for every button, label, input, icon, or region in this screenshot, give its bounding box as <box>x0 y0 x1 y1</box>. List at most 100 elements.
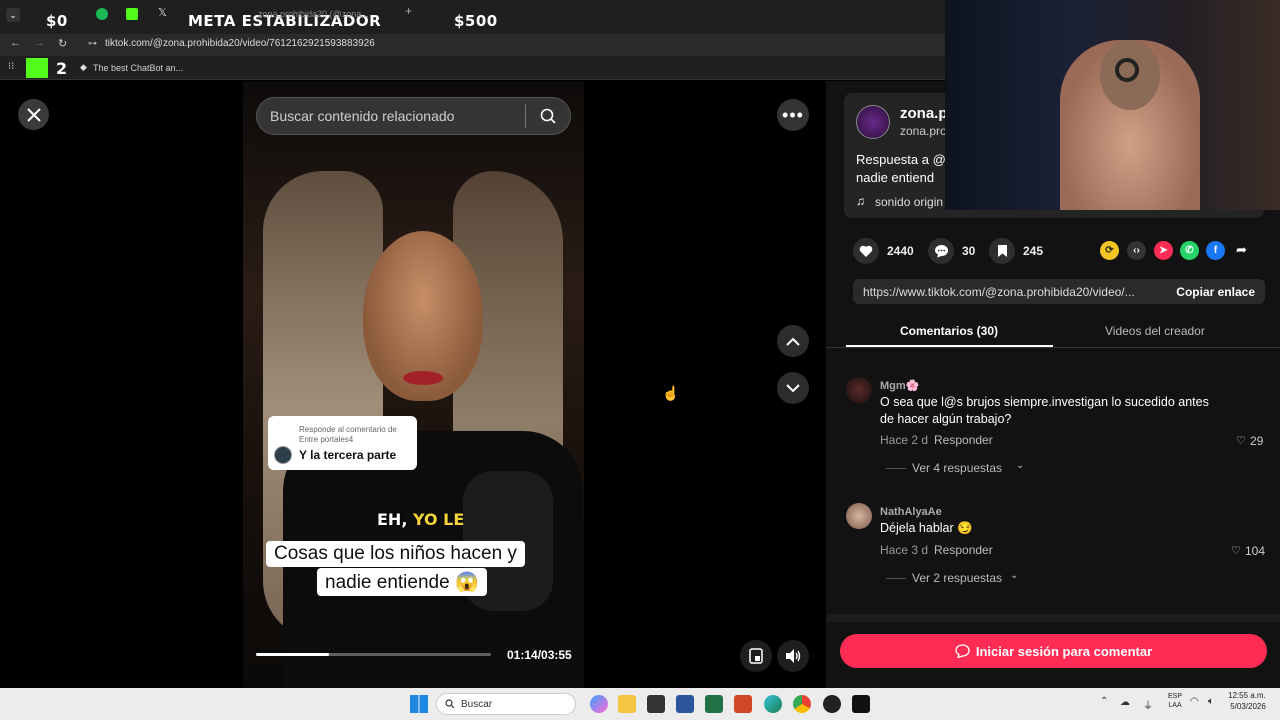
comment-like-icon[interactable]: ♡ <box>1236 434 1246 447</box>
copy-link-button[interactable]: Copiar enlace <box>1176 285 1255 299</box>
forward-icon[interactable]: → <box>34 37 45 49</box>
more-options-button[interactable]: ••• <box>777 99 809 131</box>
video-frame-lips <box>403 371 443 385</box>
tab-comments[interactable]: Comentarios (30) <box>900 324 998 338</box>
back-icon[interactable]: ← <box>10 37 21 49</box>
share-link-row: https://www.tiktok.com/@zona.prohibida20… <box>853 279 1265 304</box>
post-sound[interactable]: sonido origin <box>875 195 943 209</box>
next-video-button[interactable] <box>777 372 809 404</box>
video-progress-bar[interactable] <box>256 653 491 656</box>
tab-list-chevron-icon[interactable]: ⌄ <box>6 8 20 22</box>
related-search-input[interactable] <box>257 108 525 124</box>
chatbot-bookmark-icon: ◆ <box>80 62 87 72</box>
x-icon[interactable]: 𝕏 <box>158 6 167 19</box>
speaker-icon <box>786 649 801 663</box>
save-stat[interactable]: 245 <box>989 238 1043 264</box>
comment-like-count: 104 <box>1245 544 1266 558</box>
author-handle[interactable]: zona.pro <box>900 124 947 138</box>
view-replies-button[interactable]: Ver 4 respuestas <box>912 461 1002 475</box>
share-link-text[interactable]: https://www.tiktok.com/@zona.prohibida20… <box>863 285 1135 299</box>
search-icon <box>445 699 455 709</box>
comment-like-icon[interactable]: ♡ <box>1231 544 1241 557</box>
comment-like-count: 29 <box>1250 434 1264 448</box>
edge-icon[interactable] <box>764 695 782 713</box>
login-to-comment-label: Iniciar sesión para comentar <box>975 643 1153 659</box>
comment-avatar[interactable] <box>846 377 872 403</box>
author-name[interactable]: zona.p <box>900 105 948 122</box>
app-icon[interactable] <box>852 695 870 713</box>
bookmark-chatbot[interactable]: The best ChatBot an... <box>93 63 183 73</box>
heart-icon <box>853 238 879 264</box>
share-arrow-icon[interactable]: ➦ <box>1236 242 1247 258</box>
comment-item: NathAlyaAe Déjela hablar 😏 Hace 3 d Resp… <box>846 503 1270 593</box>
wifi-icon[interactable]: ◠ <box>1190 696 1199 707</box>
view-replies-button[interactable]: Ver 2 respuestas <box>912 571 1002 585</box>
calculator-icon[interactable] <box>647 695 665 713</box>
reply-sticker-header-1: Responde al comentario de <box>299 425 397 434</box>
comment-item: Mgm🌸 O sea que l@s brujos siempre.invest… <box>846 377 1270 477</box>
previous-video-button[interactable] <box>777 325 809 357</box>
volume-button[interactable] <box>777 640 809 672</box>
related-search-bar <box>256 97 571 135</box>
comment-username[interactable]: NathAlyaAe <box>880 506 942 518</box>
webcam-headset <box>1115 58 1139 82</box>
search-icon <box>540 108 556 124</box>
copilot-icon[interactable] <box>590 695 608 713</box>
excel-icon[interactable] <box>705 695 723 713</box>
send-icon[interactable]: ➤ <box>1154 241 1173 260</box>
tray-chevron-icon[interactable]: ⌃ <box>1100 696 1108 707</box>
login-to-comment-button[interactable]: Iniciar sesión para comentar <box>840 634 1267 668</box>
comment-bubble-icon <box>928 238 954 264</box>
like-stat[interactable]: 2440 <box>853 238 914 264</box>
taskbar-search[interactable]: Buscar <box>436 693 576 715</box>
facebook-icon[interactable]: f <box>1206 241 1225 260</box>
kick-logo-icon <box>26 58 48 78</box>
language-layout: LAA <box>1168 702 1182 709</box>
keyboard-language[interactable]: ESP LAA <box>1168 692 1182 710</box>
tray-usb-icon[interactable]: ⏚ <box>1143 697 1153 712</box>
taskbar-clock[interactable]: 12:55 a.m. 5/03/2026 <box>1228 690 1266 712</box>
more-dots-icon: ••• <box>782 104 804 125</box>
streamer-webcam <box>945 0 1280 210</box>
reload-icon[interactable]: ↻ <box>58 37 67 50</box>
mouse-cursor-icon: ☝ <box>662 385 680 401</box>
embed-icon[interactable]: ‹› <box>1127 241 1146 260</box>
author-avatar[interactable] <box>856 105 890 139</box>
comment-reply-button[interactable]: Responder <box>934 433 993 447</box>
whatsapp-icon[interactable]: ✆ <box>1180 241 1199 260</box>
comment-stat[interactable]: 30 <box>928 238 975 264</box>
windows-start-icon[interactable] <box>410 695 428 713</box>
active-tab-title[interactable]: zona.prohibida20 (@zona... <box>258 9 369 19</box>
comment-avatar[interactable] <box>846 503 872 529</box>
chrome-icon[interactable] <box>793 695 811 713</box>
search-button[interactable] <box>526 97 570 135</box>
reply-sticker[interactable]: Responde al comentario de Entre portales… <box>268 416 417 470</box>
obs-icon[interactable] <box>823 695 841 713</box>
video-caption-line1: Cosas que los niños hacen y <box>266 541 525 567</box>
close-video-button[interactable] <box>18 99 49 130</box>
tab-creator-videos[interactable]: Videos del creador <box>1105 324 1205 338</box>
chevron-down-icon: ⌄ <box>1016 460 1025 471</box>
word-icon[interactable] <box>676 695 694 713</box>
powerpoint-icon[interactable] <box>734 695 752 713</box>
tray-app-icon[interactable]: ☁ <box>1120 697 1130 708</box>
url-text[interactable]: tiktok.com/@zona.prohibida20/video/76121… <box>105 38 375 49</box>
close-icon <box>26 107 41 122</box>
apps-grid-icon[interactable]: ⁝⁝ <box>8 61 14 72</box>
burned-subtitle: EH, YO LE <box>377 510 464 529</box>
comment-outline-icon <box>955 644 970 658</box>
floating-player-button[interactable] <box>740 640 772 672</box>
spotify-icon[interactable] <box>96 8 108 20</box>
bookmarks-bar: ⁝⁝ 2 ◆ The best ChatBot an... <box>0 56 945 80</box>
comment-username[interactable]: Mgm🌸 <box>880 379 919 392</box>
file-explorer-icon[interactable] <box>618 695 636 713</box>
post-description-2: nadie entiend <box>856 170 935 185</box>
video-player[interactable] <box>243 81 584 688</box>
comment-reply-button[interactable]: Responder <box>934 543 993 557</box>
kick-icon[interactable] <box>126 8 138 20</box>
repost-icon[interactable]: ⟳ <box>1100 241 1119 260</box>
volume-tray-icon[interactable]: 🔈︎ <box>1208 696 1214 707</box>
new-tab-icon[interactable]: + <box>405 4 412 18</box>
comment-text-2: de hacer algún trabajo? <box>880 412 1012 426</box>
site-info-icon[interactable]: ⊶ <box>88 38 97 49</box>
